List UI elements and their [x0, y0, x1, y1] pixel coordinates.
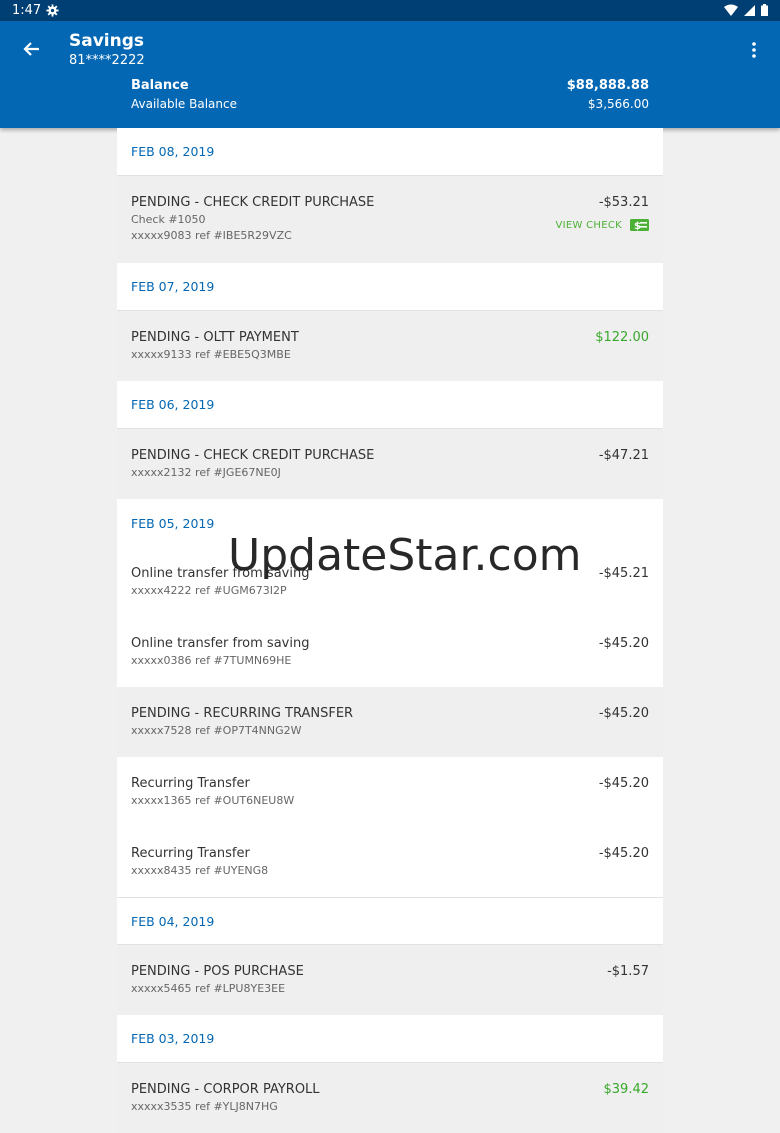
transaction-amount: -$53.21: [598, 195, 649, 210]
transaction-title: Recurring Transfer: [131, 846, 250, 861]
transaction-title: PENDING - POS PURCHASE: [131, 964, 304, 979]
balance-label: Balance: [131, 78, 189, 93]
transaction-row[interactable]: PENDING - CORPOR PAYROLL xxxxx3535 ref #…: [117, 1063, 663, 1133]
date-header: FEB 08, 2019: [117, 128, 663, 176]
transaction-row[interactable]: Recurring Transfer xxxxx8435 ref #UYENG8…: [117, 827, 663, 897]
transaction-title: PENDING - CHECK CREDIT PURCHASE: [131, 195, 375, 210]
account-name: Savings: [69, 31, 145, 51]
more-options-icon[interactable]: [750, 41, 758, 59]
settings-icon: [46, 4, 59, 17]
transaction-amount: -$45.20: [598, 846, 649, 861]
transaction-amount: $122.00: [595, 330, 649, 345]
available-balance-label: Available Balance: [131, 97, 237, 111]
transaction-amount: -$45.20: [598, 776, 649, 791]
date-header: FEB 04, 2019: [117, 897, 663, 945]
wifi-icon: [724, 4, 738, 16]
available-balance-value: $3,566.00: [587, 97, 649, 111]
check-image-icon: $: [630, 219, 649, 231]
date-header: FEB 07, 2019: [117, 263, 663, 311]
transaction-row[interactable]: Recurring Transfer xxxxx1365 ref #OUT6NE…: [117, 757, 663, 827]
transaction-row[interactable]: PENDING - POS PURCHASE xxxxx5465 ref #LP…: [117, 945, 663, 1015]
transaction-ref: xxxxx2132 ref #JGE67NE0J: [131, 466, 281, 479]
transaction-ref: xxxxx7528 ref #OP7T4NNG2W: [131, 724, 302, 737]
transaction-list: FEB 08, 2019 PENDING - CHECK CREDIT PURC…: [117, 128, 663, 1133]
battery-icon: [761, 4, 768, 16]
transaction-amount: -$47.21: [598, 448, 649, 463]
transaction-ref: xxxxx4222 ref #UGM673I2P: [131, 584, 287, 597]
date-header: FEB 03, 2019: [117, 1015, 663, 1063]
transaction-ref: xxxxx0386 ref #7TUMN69HE: [131, 654, 292, 667]
transaction-row[interactable]: PENDING - OLTT PAYMENT xxxxx9133 ref #EB…: [117, 311, 663, 381]
transaction-row[interactable]: PENDING - CHECK CREDIT PURCHASE xxxxx213…: [117, 429, 663, 499]
back-arrow-icon[interactable]: [22, 39, 42, 59]
status-time: 1:47: [12, 3, 42, 18]
account-header: Savings 81****2222 Balance Available Bal…: [0, 21, 780, 128]
transaction-amount: -$45.20: [598, 706, 649, 721]
transaction-ref: xxxxx1365 ref #OUT6NEU8W: [131, 794, 295, 807]
transaction-title: PENDING - RECURRING TRANSFER: [131, 706, 354, 721]
date-header: FEB 06, 2019: [117, 381, 663, 429]
view-check-label: VIEW CHECK: [555, 219, 622, 231]
transaction-title: Online transfer from saving: [131, 636, 310, 651]
view-check-button[interactable]: VIEW CHECK $: [555, 219, 649, 231]
transaction-amount: -$1.57: [607, 964, 649, 979]
transaction-title: Recurring Transfer: [131, 776, 250, 791]
signal-icon: [744, 4, 755, 16]
transaction-row[interactable]: PENDING - RECURRING TRANSFER xxxxx7528 r…: [117, 687, 663, 757]
transaction-title: PENDING - CORPOR PAYROLL: [131, 1082, 320, 1097]
transaction-title: PENDING - OLTT PAYMENT: [131, 330, 299, 345]
transaction-ref: xxxxx8435 ref #UYENG8: [131, 864, 269, 877]
transaction-amount: -$45.20: [598, 636, 649, 651]
transaction-amount: -$45.21: [598, 566, 649, 581]
watermark-text: UpdateStar.com: [228, 530, 582, 581]
transaction-ref: xxxxx5465 ref #LPU8YE3EE: [131, 982, 286, 995]
transaction-ref: xxxxx9133 ref #EBE5Q3MBE: [131, 348, 291, 361]
transaction-title: PENDING - CHECK CREDIT PURCHASE: [131, 448, 375, 463]
transaction-row[interactable]: Online transfer from saving xxxxx0386 re…: [117, 617, 663, 687]
status-bar: 1:47: [0, 0, 780, 21]
transaction-row[interactable]: PENDING - CHECK CREDIT PURCHASE Check #1…: [117, 176, 663, 263]
balance-value: $88,888.88: [566, 78, 649, 93]
transaction-amount: $39.42: [603, 1082, 650, 1097]
account-number: 81****2222: [69, 53, 145, 68]
transaction-ref: xxxxx3535 ref #YLJ8N7HG: [131, 1100, 278, 1113]
